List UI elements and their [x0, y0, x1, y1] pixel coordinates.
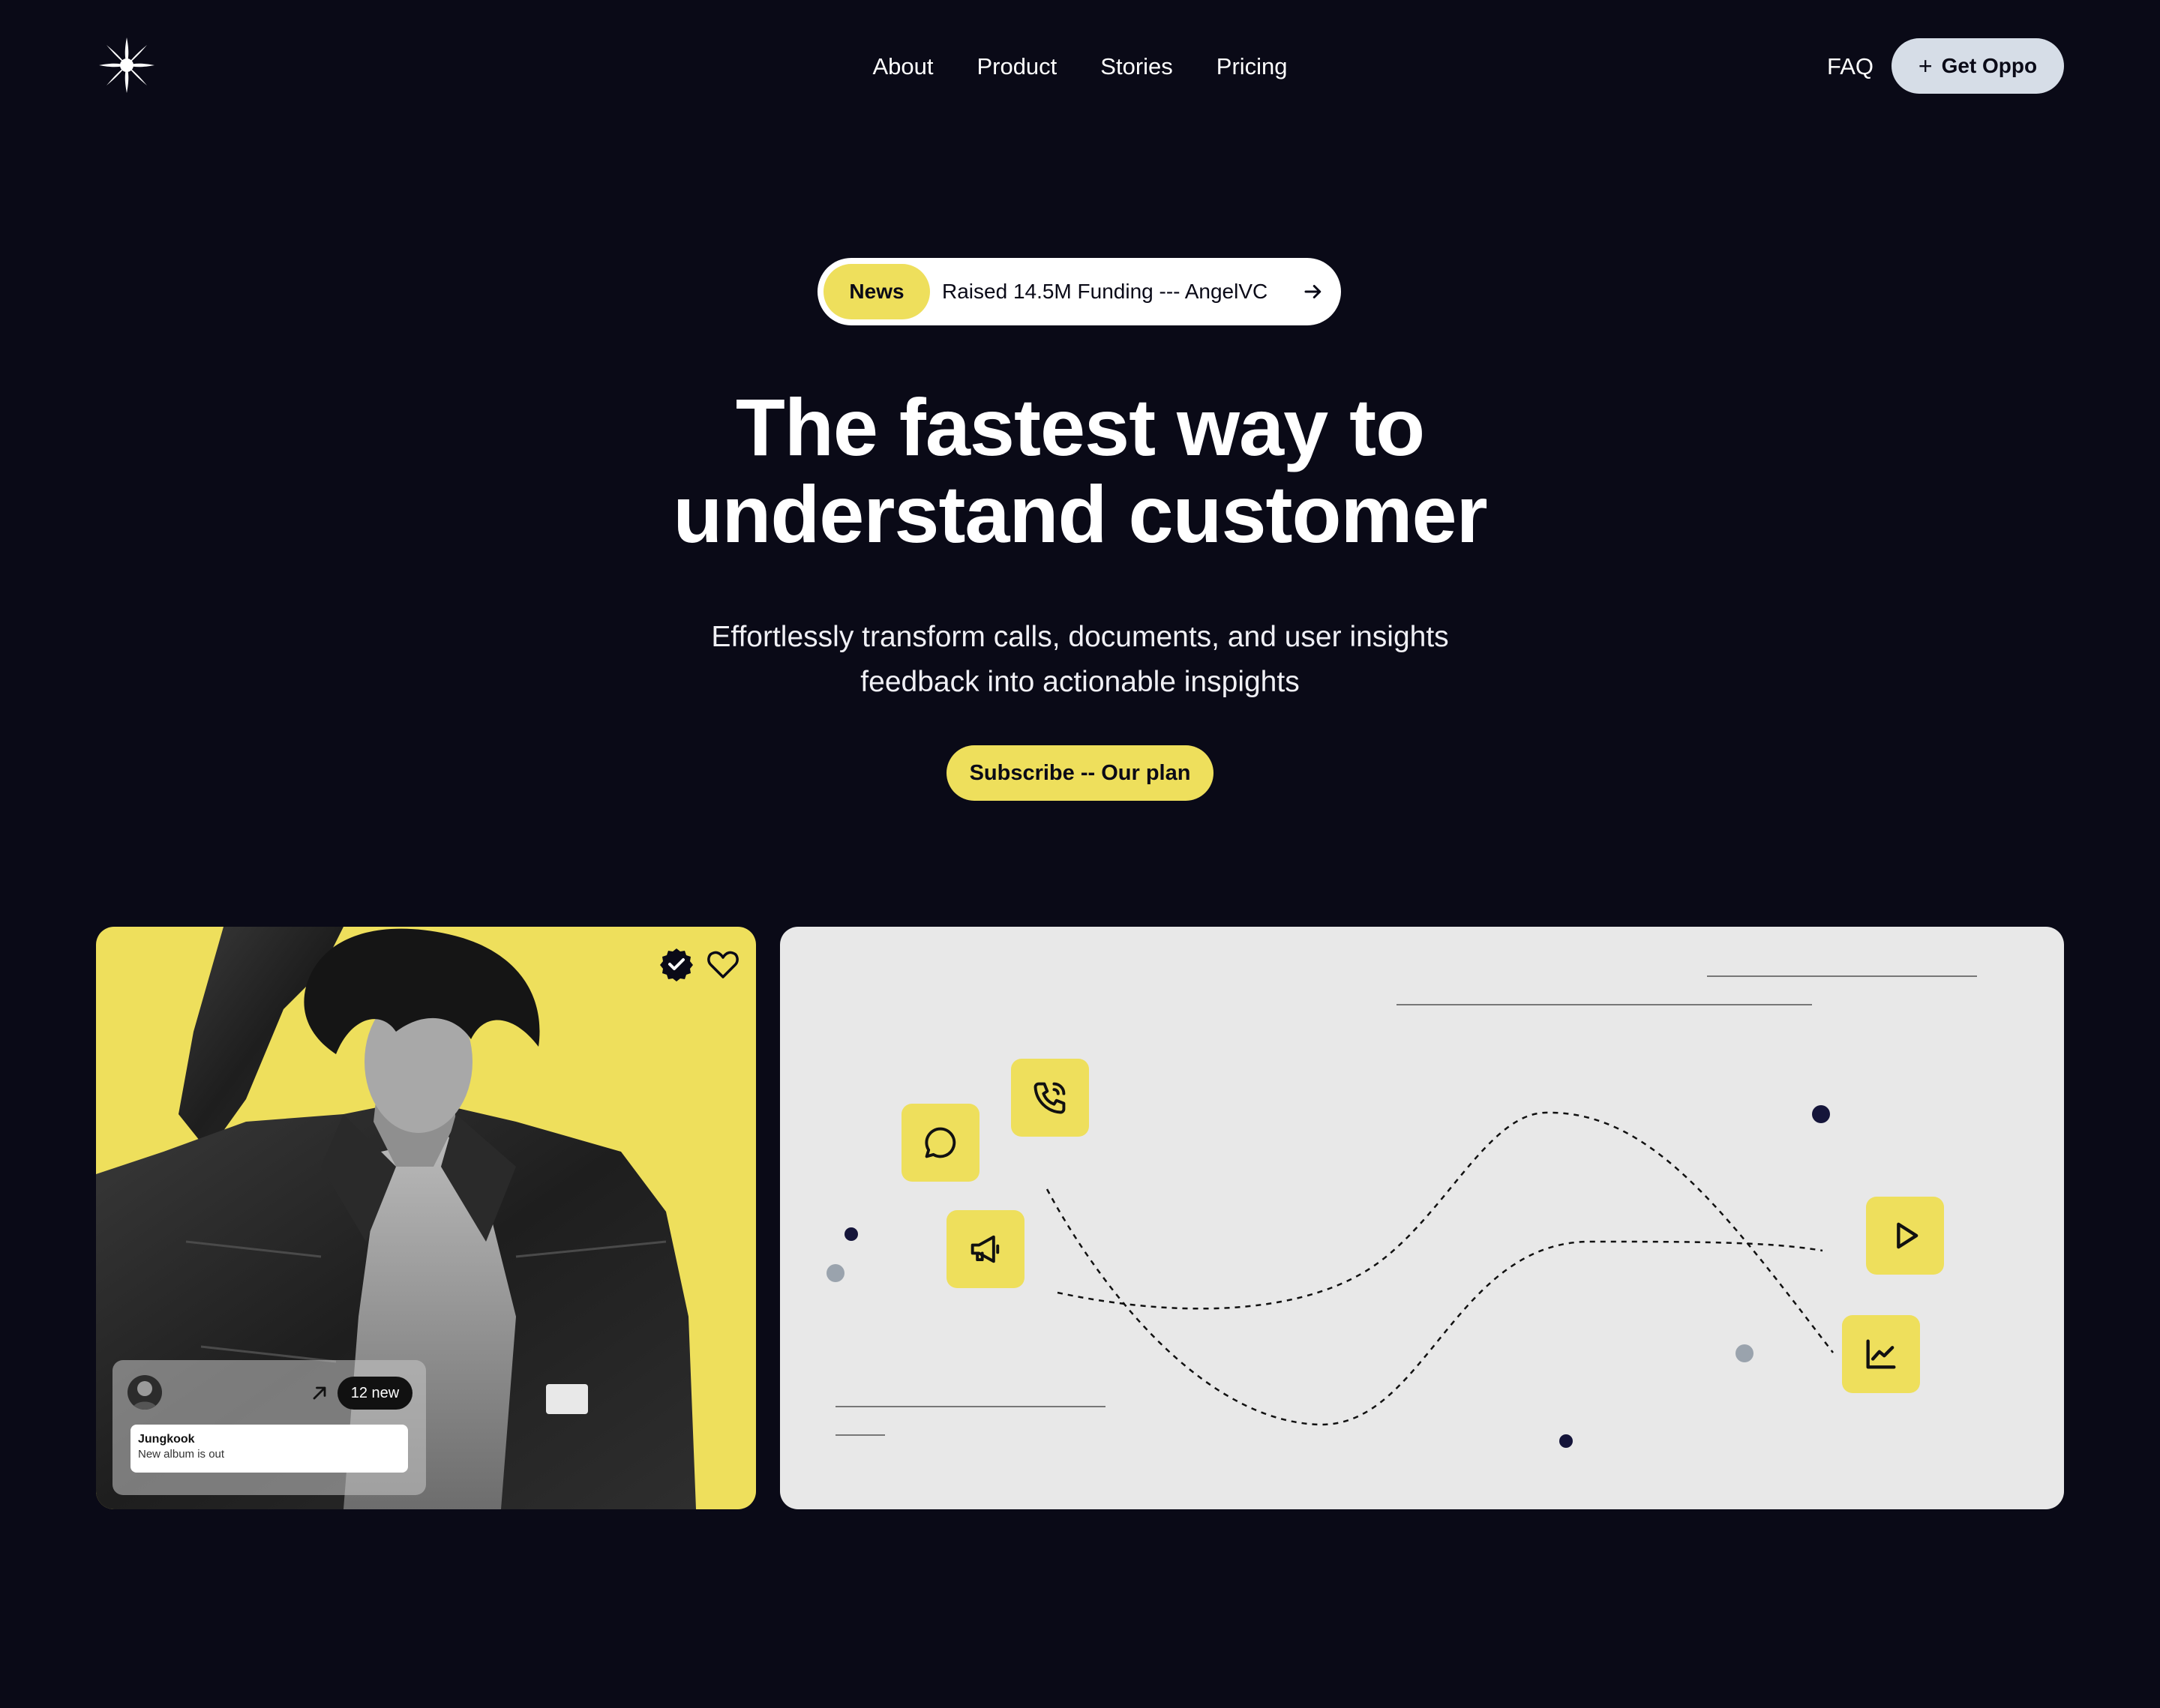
verified-icon[interactable]: [658, 946, 694, 982]
integrations-panel: [780, 927, 2064, 1509]
hero-subtitle: Effortlessly transform calls, documents,…: [0, 615, 2160, 705]
chat-bubble-icon: [925, 1127, 956, 1158]
notification-text: New album is out: [138, 1448, 225, 1461]
hero-headline-line-1: The fastest way to: [735, 382, 1425, 472]
heart-icon[interactable]: [705, 946, 741, 982]
notification-message: Jungkook New album is out: [130, 1425, 408, 1473]
arrow-up-right-icon[interactable]: [309, 1383, 330, 1404]
hero-headline-line-2: understand customer: [673, 469, 1487, 559]
megaphone-icon: [970, 1235, 1000, 1263]
megaphone-tile[interactable]: [946, 1210, 1024, 1288]
dot-navy: [1812, 1105, 1830, 1123]
chat-tile[interactable]: [902, 1104, 980, 1182]
notification-name: Jungkook: [138, 1433, 195, 1446]
dot-gray: [1736, 1344, 1754, 1362]
line-chart-icon: [1866, 1339, 1896, 1369]
dot-navy: [844, 1227, 858, 1241]
get-oppo-button[interactable]: + Get Oppo: [1892, 38, 2064, 94]
nav-link-stories[interactable]: Stories: [1100, 51, 1172, 82]
profile-card: 12 new Jungkook New album is out: [96, 927, 756, 1509]
hero-subtitle-line-1: Effortlessly transform calls, documents,…: [711, 621, 1449, 653]
new-count-badge: 12 new: [338, 1377, 412, 1410]
play-tile[interactable]: [1866, 1197, 1944, 1275]
dot-gray: [826, 1264, 844, 1282]
phone-icon: [1034, 1082, 1066, 1114]
news-badge: News: [824, 264, 930, 319]
hero-subtitle-line-2: feedback into actionable inspights: [860, 666, 1300, 698]
notification-card[interactable]: 12 new Jungkook New album is out: [112, 1360, 426, 1495]
news-banner[interactable]: News Raised 14.5M Funding --- AngelVC: [818, 258, 1341, 325]
phone-tile[interactable]: [1011, 1059, 1089, 1137]
avatar: [128, 1375, 162, 1410]
play-icon: [1897, 1222, 1918, 1249]
dot-navy: [1559, 1434, 1573, 1448]
plus-icon: +: [1918, 52, 1933, 79]
nav-link-faq[interactable]: FAQ: [1827, 51, 1874, 82]
nav-link-about[interactable]: About: [872, 51, 933, 82]
news-text-prefix: Raised: [942, 280, 1013, 303]
subscribe-button[interactable]: Subscribe -- Our plan: [946, 745, 1214, 801]
news-amount: 14.5M: [1012, 280, 1072, 303]
news-text: Raised 14.5M Funding --- AngelVC: [942, 280, 1268, 304]
nav-link-pricing[interactable]: Pricing: [1216, 51, 1288, 82]
arrow-right-icon: [1304, 285, 1322, 298]
get-oppo-label: Get Oppo: [1941, 54, 2038, 77]
hero-headline: The fastest way to understand customer: [0, 384, 2160, 558]
nav-link-product[interactable]: Product: [976, 51, 1057, 82]
chart-tile[interactable]: [1842, 1315, 1920, 1393]
news-text-suffix: Funding --- AngelVC: [1071, 280, 1268, 303]
